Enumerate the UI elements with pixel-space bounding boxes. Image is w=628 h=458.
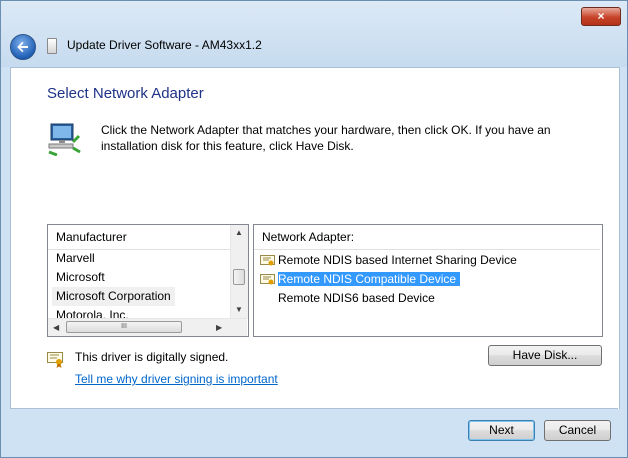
scroll-down-arrow-icon[interactable]: ▼ (235, 305, 243, 314)
signed-certificate-icon (47, 352, 63, 368)
certificate-icon (260, 273, 275, 285)
scroll-right-arrow-icon[interactable]: ▶ (216, 323, 222, 332)
back-arrow-icon (17, 41, 28, 53)
have-disk-button[interactable]: Have Disk... (488, 345, 602, 366)
adapter-item-label: Remote NDIS Compatible Device (278, 272, 461, 286)
cancel-button[interactable]: Cancel (544, 420, 611, 441)
list-item[interactable]: Microsoft (56, 268, 105, 287)
title-bar: × Update Driver Software - AM43xx1.2 (1, 1, 627, 67)
back-button[interactable] (10, 34, 36, 60)
manufacturer-horizontal-scrollbar[interactable]: ◀ III ▶ (48, 318, 247, 336)
adapter-item[interactable]: Remote NDIS based Internet Sharing Devic… (260, 251, 517, 269)
footer-divider (10, 408, 618, 409)
adapter-item-selected[interactable]: Remote NDIS Compatible Device (260, 270, 461, 288)
list-item[interactable]: Marvell (56, 249, 95, 268)
window-title: Update Driver Software - AM43xx1.2 (67, 38, 262, 52)
network-adapter-list[interactable]: Network Adapter: Remote NDIS based Inter… (253, 224, 603, 337)
scroll-left-arrow-icon[interactable]: ◀ (53, 323, 59, 332)
manufacturer-vertical-scrollbar[interactable]: ▲ ▼ (230, 225, 248, 319)
wizard-content: Select Network Adapter Click the Network… (10, 67, 620, 409)
manufacturer-column-header[interactable]: Manufacturer (48, 225, 234, 250)
driver-signing-link[interactable]: Tell me why driver signing is important (75, 372, 278, 386)
page-title: Select Network Adapter (47, 85, 204, 102)
network-adapter-icon (48, 123, 81, 156)
certificate-icon (260, 254, 275, 266)
manufacturer-list[interactable]: Manufacturer Marvell Microsoft Microsoft… (47, 224, 249, 337)
scroll-up-arrow-icon[interactable]: ▲ (235, 228, 243, 237)
update-driver-window: × Update Driver Software - AM43xx1.2 Sel… (0, 0, 628, 458)
vertical-scroll-thumb[interactable] (233, 269, 245, 285)
adapter-item-label: Remote NDIS based Internet Sharing Devic… (278, 253, 517, 267)
adapter-item-label: Remote NDIS6 based Device (278, 291, 435, 305)
close-icon: × (597, 9, 605, 23)
next-button[interactable]: Next (468, 420, 535, 441)
horizontal-scroll-thumb[interactable]: III (66, 321, 182, 333)
instructions-text: Click the Network Adapter that matches y… (101, 123, 551, 153)
driver-signed-status: This driver is digitally signed. (75, 350, 229, 364)
device-icon (47, 38, 57, 54)
network-adapter-column-header[interactable]: Network Adapter: (254, 225, 600, 250)
adapter-item[interactable]: Remote NDIS6 based Device (278, 289, 435, 307)
close-button[interactable]: × (581, 7, 621, 26)
list-item-selected[interactable]: Microsoft Corporation (52, 287, 175, 306)
